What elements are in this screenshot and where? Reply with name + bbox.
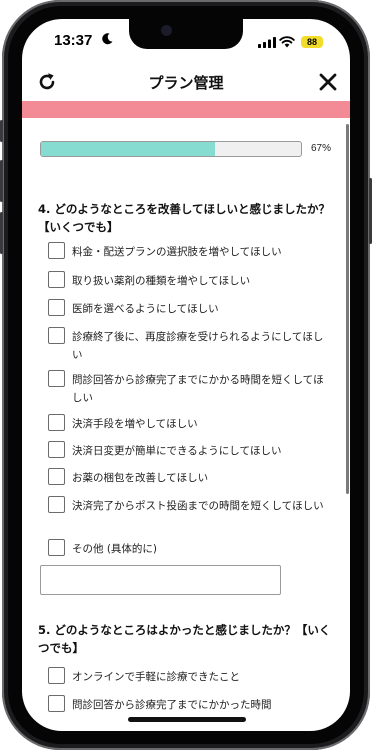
moon-icon (102, 33, 113, 45)
option-label[interactable]: 決済完了からポスト投函までの時間を短くしてほしい (72, 497, 324, 515)
nav-bar: プラン管理 (22, 63, 350, 101)
option-label[interactable]: 医師を選べるようにしてほしい (72, 300, 324, 318)
dynamic-island (129, 19, 243, 49)
survey-scroll-area[interactable]: 67% 4. どのようなところを改善してほしいと感じましたか？【いくつでも】 料… (22, 118, 350, 731)
scrollbar[interactable] (346, 124, 349, 494)
question-4-text: 4. どのようなところを改善してほしいと感じましたか？【いくつでも】 (38, 202, 331, 234)
checkbox[interactable] (48, 539, 65, 556)
battery-indicator: 88 (301, 36, 323, 48)
checkbox[interactable] (48, 299, 65, 316)
option-label[interactable]: 決済日変更が簡単にできるようにしてほしい (72, 442, 324, 460)
progress-bar (40, 141, 302, 157)
checkbox[interactable] (48, 496, 65, 513)
progress-bar-fill (41, 142, 216, 156)
status-time: 13:37 (54, 32, 93, 49)
option-label[interactable]: 決済手段を増やしてほしい (72, 415, 324, 433)
option-label[interactable]: お薬の梱包を改善してほしい (72, 469, 324, 487)
option-label[interactable]: 診療終了後に、再度診療を受けられるようにしてほしい (72, 328, 324, 364)
progress-percent: 67% (311, 143, 332, 154)
option-label[interactable]: 取り扱い薬剤の種類を増やしてほしい (72, 272, 324, 290)
side-button-volume-down (0, 212, 3, 254)
checkbox[interactable] (48, 271, 65, 288)
option-label[interactable]: 問診回答から診療完了までにかかる時間を短くしてほしい (72, 371, 324, 407)
close-icon[interactable] (318, 72, 338, 92)
checkbox[interactable] (48, 370, 65, 387)
option-label[interactable]: オンラインで手軽に診療できたこと (72, 668, 324, 686)
screen: 13:37 88 プラン管理 67% 4. どのようなところを改善してほしいと感… (22, 19, 350, 731)
checkbox[interactable] (48, 667, 65, 684)
side-button-volume-up (0, 160, 3, 202)
cellular-signal-icon (258, 37, 276, 48)
checkbox[interactable] (48, 441, 65, 458)
other-details-input[interactable] (40, 565, 281, 595)
option-label[interactable]: 問診回答から診療完了までにかかった時間 (72, 696, 324, 714)
page-title: プラン管理 (148, 74, 224, 92)
home-indicator[interactable] (128, 717, 246, 722)
wifi-icon (279, 36, 295, 48)
question-5-text: 5. どのようなところはよかったと感じましたか？【いくつでも】 (38, 623, 331, 655)
checkbox[interactable] (48, 468, 65, 485)
header-accent-band (22, 101, 350, 118)
side-button-mute (0, 120, 3, 142)
front-camera (161, 25, 172, 36)
checkbox[interactable] (48, 695, 65, 712)
checkbox[interactable] (48, 242, 65, 259)
checkbox[interactable] (48, 327, 65, 344)
option-label[interactable]: その他 (具体的に) (72, 540, 324, 558)
option-label[interactable]: 料金・配送プランの選択肢を増やしてほしい (72, 243, 324, 261)
checkbox[interactable] (48, 414, 65, 431)
